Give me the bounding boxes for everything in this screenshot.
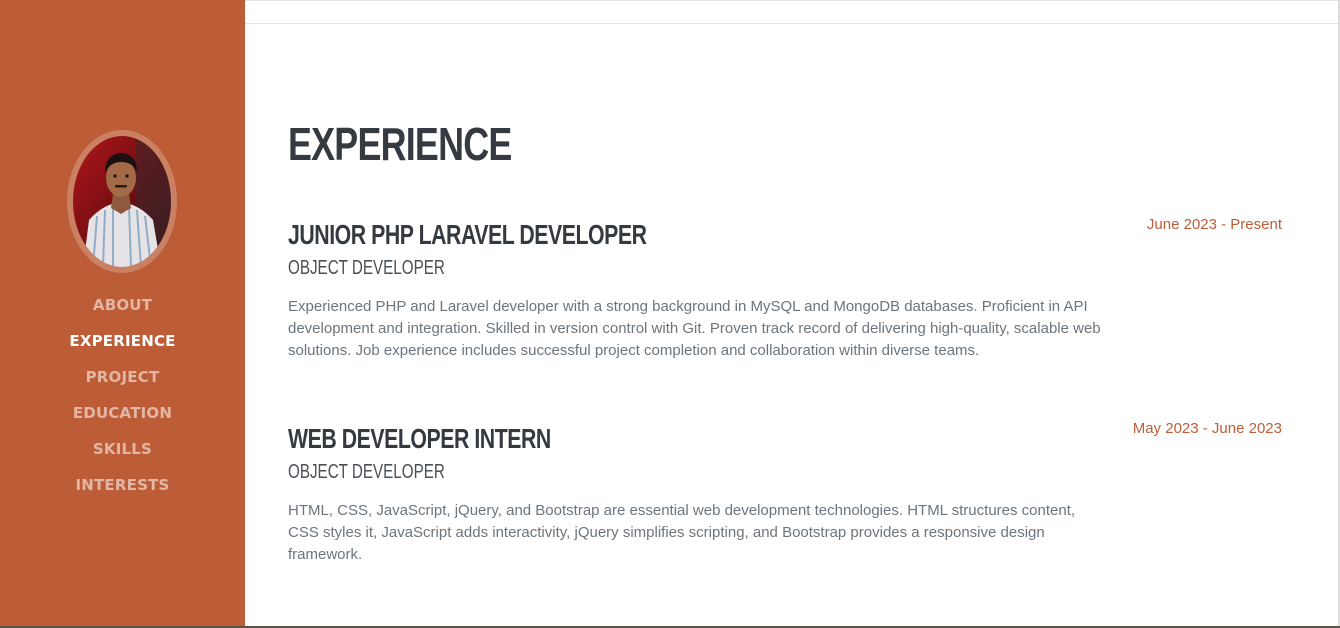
nav-item-interests[interactable]: INTERESTS [0,467,245,503]
job-date: June 2023 - Present [1146,216,1282,233]
job-date: May 2023 - June 2023 [1132,420,1282,437]
nav-item-education[interactable]: EDUCATION [0,395,245,431]
job-description: HTML, CSS, JavaScript, jQuery, and Boots… [288,502,1076,563]
company-name: OBJECT DEVELOPER [288,461,445,483]
avatar-frame[interactable] [67,130,177,273]
sidebar: ABOUT EXPERIENCE PROJECT EDUCATION SKILL… [0,0,245,626]
nav-item-experience[interactable]: EXPERIENCE [0,323,245,359]
nav-item-project[interactable]: PROJECT [0,359,245,395]
job-description: Experienced PHP and Laravel developer wi… [288,298,1101,359]
job-title: WEB DEVELOPER INTERN [288,423,551,454]
job-title: JUNIOR PHP LARAVEL DEVELOPER [288,219,647,250]
page-title: EXPERIENCE [288,118,512,170]
sidebar-nav: ABOUT EXPERIENCE PROJECT EDUCATION SKILL… [0,287,245,503]
nav-item-skills[interactable]: SKILLS [0,431,245,467]
nav-item-about[interactable]: ABOUT [0,287,245,323]
avatar [73,136,171,267]
company-name: OBJECT DEVELOPER [288,257,445,279]
top-navbar-strip [245,0,1340,24]
